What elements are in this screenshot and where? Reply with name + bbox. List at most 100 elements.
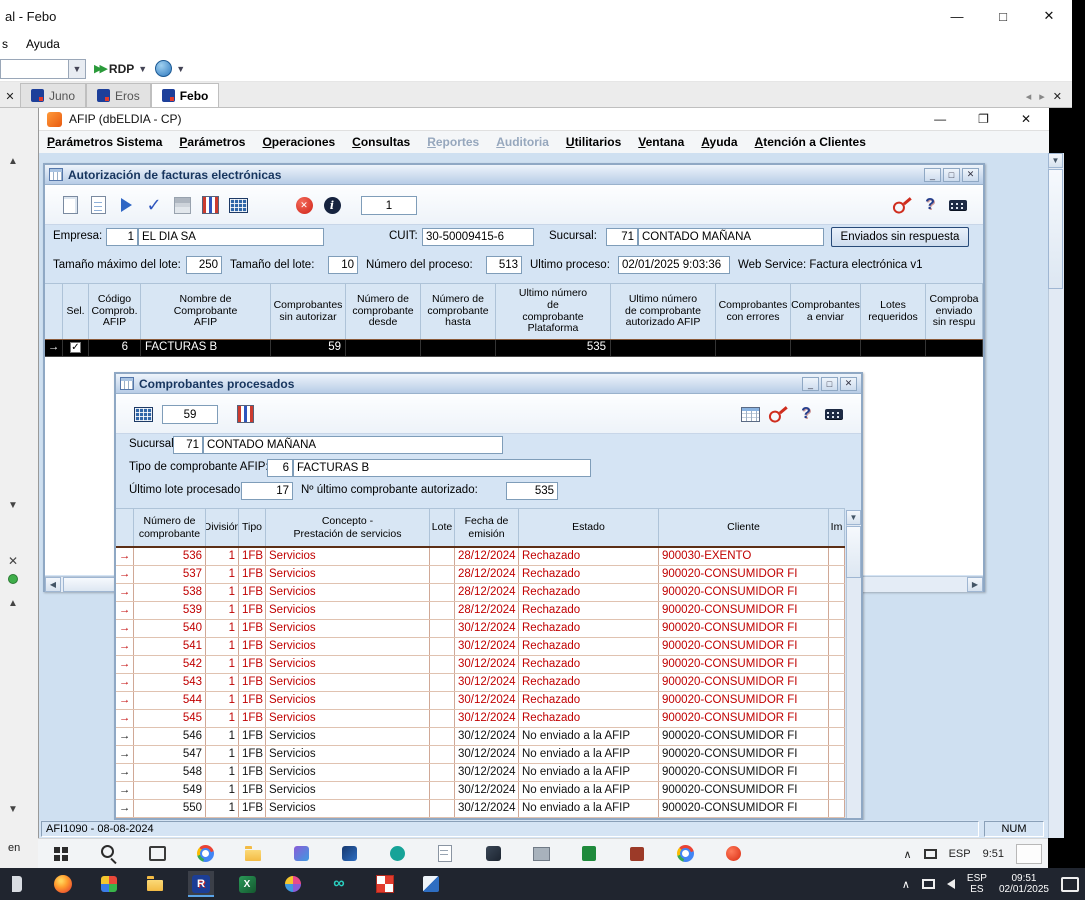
close-icon[interactable]: ✕ (840, 377, 857, 391)
cell-numero[interactable]: 549 (134, 782, 206, 799)
column-header[interactable]: Ultimo número de comprobante autorizado … (611, 284, 716, 339)
cell-numero[interactable]: 550 (134, 800, 206, 817)
cell-division[interactable]: 1 (206, 728, 239, 745)
table-row[interactable]: → ✓ 6 FACTURAS B 59 535 (45, 340, 983, 356)
cell-lote[interactable] (430, 692, 455, 709)
tamano-maximo-field[interactable]: 250 (186, 256, 222, 274)
cell-numero[interactable]: 546 (134, 728, 206, 745)
cell-concepto[interactable]: Servicios (266, 800, 430, 817)
cell-sin-respuesta[interactable] (926, 340, 983, 356)
cell-numero[interactable]: 542 (134, 656, 206, 673)
cell-cliente[interactable]: 900020-CONSUMIDOR FI (659, 692, 829, 709)
cell-estado[interactable]: No enviado a la AFIP (519, 728, 659, 745)
network-icon[interactable] (922, 879, 935, 889)
cell-numero[interactable]: 541 (134, 638, 206, 655)
close-icon[interactable]: ✕ (1026, 0, 1072, 32)
cell-lote[interactable] (430, 728, 455, 745)
maximize-icon[interactable]: □ (821, 377, 838, 391)
cell-plataforma[interactable]: 535 (496, 340, 611, 356)
cell-im[interactable] (829, 584, 845, 601)
ledger-icon[interactable] (197, 192, 223, 218)
process-counter-field[interactable]: 1 (361, 196, 417, 215)
cell-lote[interactable] (430, 710, 455, 727)
table-row[interactable]: →55011FBServicios30/12/2024No enviado a … (116, 800, 845, 818)
cell-im[interactable] (829, 746, 845, 763)
cell-division[interactable]: 1 (206, 638, 239, 655)
scroll-down-icon[interactable]: ▼ (846, 510, 861, 525)
cell-estado[interactable]: Rechazado (519, 602, 659, 619)
cell-tipo[interactable]: 1FB (239, 638, 266, 655)
cell-fecha[interactable]: 30/12/2024 (455, 656, 519, 673)
cell-errores[interactable] (716, 340, 791, 356)
cell-tipo[interactable]: 1FB (239, 710, 266, 727)
chevron-down-icon[interactable]: ▼ (68, 60, 85, 78)
blue-slant-icon[interactable] (418, 871, 444, 897)
cell-lote[interactable] (430, 656, 455, 673)
table-row[interactable]: →54711FBServicios30/12/2024No enviado a … (116, 746, 845, 764)
cell-estado[interactable]: Rechazado (519, 620, 659, 637)
cell-numero[interactable]: 540 (134, 620, 206, 637)
column-header[interactable]: Comproba enviado sin respu (926, 284, 983, 339)
cell-tipo[interactable]: 1FB (239, 800, 266, 817)
paint3d-icon[interactable] (280, 871, 306, 897)
window-gray-icon[interactable] (528, 841, 554, 867)
cell-im[interactable] (829, 728, 845, 745)
circle-teal-icon[interactable] (384, 841, 410, 867)
cell-cliente[interactable]: 900020-CONSUMIDOR FI (659, 584, 829, 601)
cell-cliente[interactable]: 900020-CONSUMIDOR FI (659, 800, 829, 817)
cell-fecha[interactable]: 30/12/2024 (455, 710, 519, 727)
cell-division[interactable]: 1 (206, 620, 239, 637)
check-icon[interactable] (141, 192, 167, 218)
table-row[interactable]: →54211FBServicios30/12/2024Rechazado9000… (116, 656, 845, 674)
cell-tipo[interactable]: 1FB (239, 602, 266, 619)
cell-fecha[interactable]: 30/12/2024 (455, 746, 519, 763)
table-row[interactable]: →53611FBServicios28/12/2024Rechazado9000… (116, 548, 845, 566)
column-header[interactable]: Cliente (659, 509, 829, 546)
menu-ayuda[interactable]: Ayuda (26, 37, 60, 51)
cell-estado[interactable]: Rechazado (519, 710, 659, 727)
cell-im[interactable] (829, 800, 845, 817)
column-header[interactable]: Concepto - Prestación de servicios (266, 509, 430, 546)
ultimo-comprobante-field[interactable]: 535 (506, 482, 558, 500)
sheet-green-icon[interactable] (576, 841, 602, 867)
cell-lote[interactable] (430, 674, 455, 691)
cell-fecha[interactable]: 28/12/2024 (455, 566, 519, 583)
sucursal-name-field[interactable]: CONTADO MAÑANA (203, 436, 503, 454)
cell-numero[interactable]: 545 (134, 710, 206, 727)
cell-fecha[interactable]: 30/12/2024 (455, 764, 519, 781)
cell-concepto[interactable]: Servicios (266, 674, 430, 691)
chevron-up-icon[interactable]: ∧ (902, 878, 910, 891)
cell-estado[interactable]: Rechazado (519, 584, 659, 601)
cell-tipo[interactable]: 1FB (239, 620, 266, 637)
ultimo-lote-field[interactable]: 17 (241, 482, 293, 500)
menu-consultas[interactable]: Consultas (352, 135, 410, 149)
cell-im[interactable] (829, 674, 845, 691)
cell-fecha[interactable]: 28/12/2024 (455, 584, 519, 601)
firefox-icon[interactable] (50, 871, 76, 897)
minimize-icon[interactable]: _ (924, 168, 941, 182)
cell-lote[interactable] (430, 620, 455, 637)
cell-sel[interactable]: ✓ (63, 340, 89, 356)
cell-estado[interactable]: No enviado a la AFIP (519, 764, 659, 781)
cell-estado[interactable]: Rechazado (519, 656, 659, 673)
table-grid-icon[interactable] (737, 401, 763, 427)
cuit-field[interactable]: 30-50009415-6 (422, 228, 534, 246)
cell-tipo[interactable]: 1FB (239, 674, 266, 691)
teal-co-icon[interactable] (326, 871, 352, 897)
cell-fecha[interactable]: 30/12/2024 (455, 674, 519, 691)
cell-im[interactable] (829, 566, 845, 583)
speaker-icon[interactable] (947, 879, 955, 889)
column-header[interactable]: Número de comprobante hasta (421, 284, 496, 339)
cell-lote[interactable] (430, 800, 455, 817)
scroll-left-icon[interactable]: ◀ (45, 577, 61, 592)
column-header[interactable]: Sel. (63, 284, 89, 339)
cell-tipo[interactable]: 1FB (239, 548, 266, 565)
scroll-down-icon[interactable]: ▼ (1048, 153, 1063, 168)
properties-icon[interactable] (85, 192, 111, 218)
menu-atencion-clientes[interactable]: Atención a Clientes (755, 135, 866, 149)
table-row[interactable]: →54611FBServicios30/12/2024No enviado a … (116, 728, 845, 746)
cell-cliente[interactable]: 900020-CONSUMIDOR FI (659, 710, 829, 727)
folder-icon[interactable] (142, 871, 168, 897)
column-header[interactable]: Lotes requeridos (861, 284, 926, 339)
chrome-icon[interactable] (672, 841, 698, 867)
